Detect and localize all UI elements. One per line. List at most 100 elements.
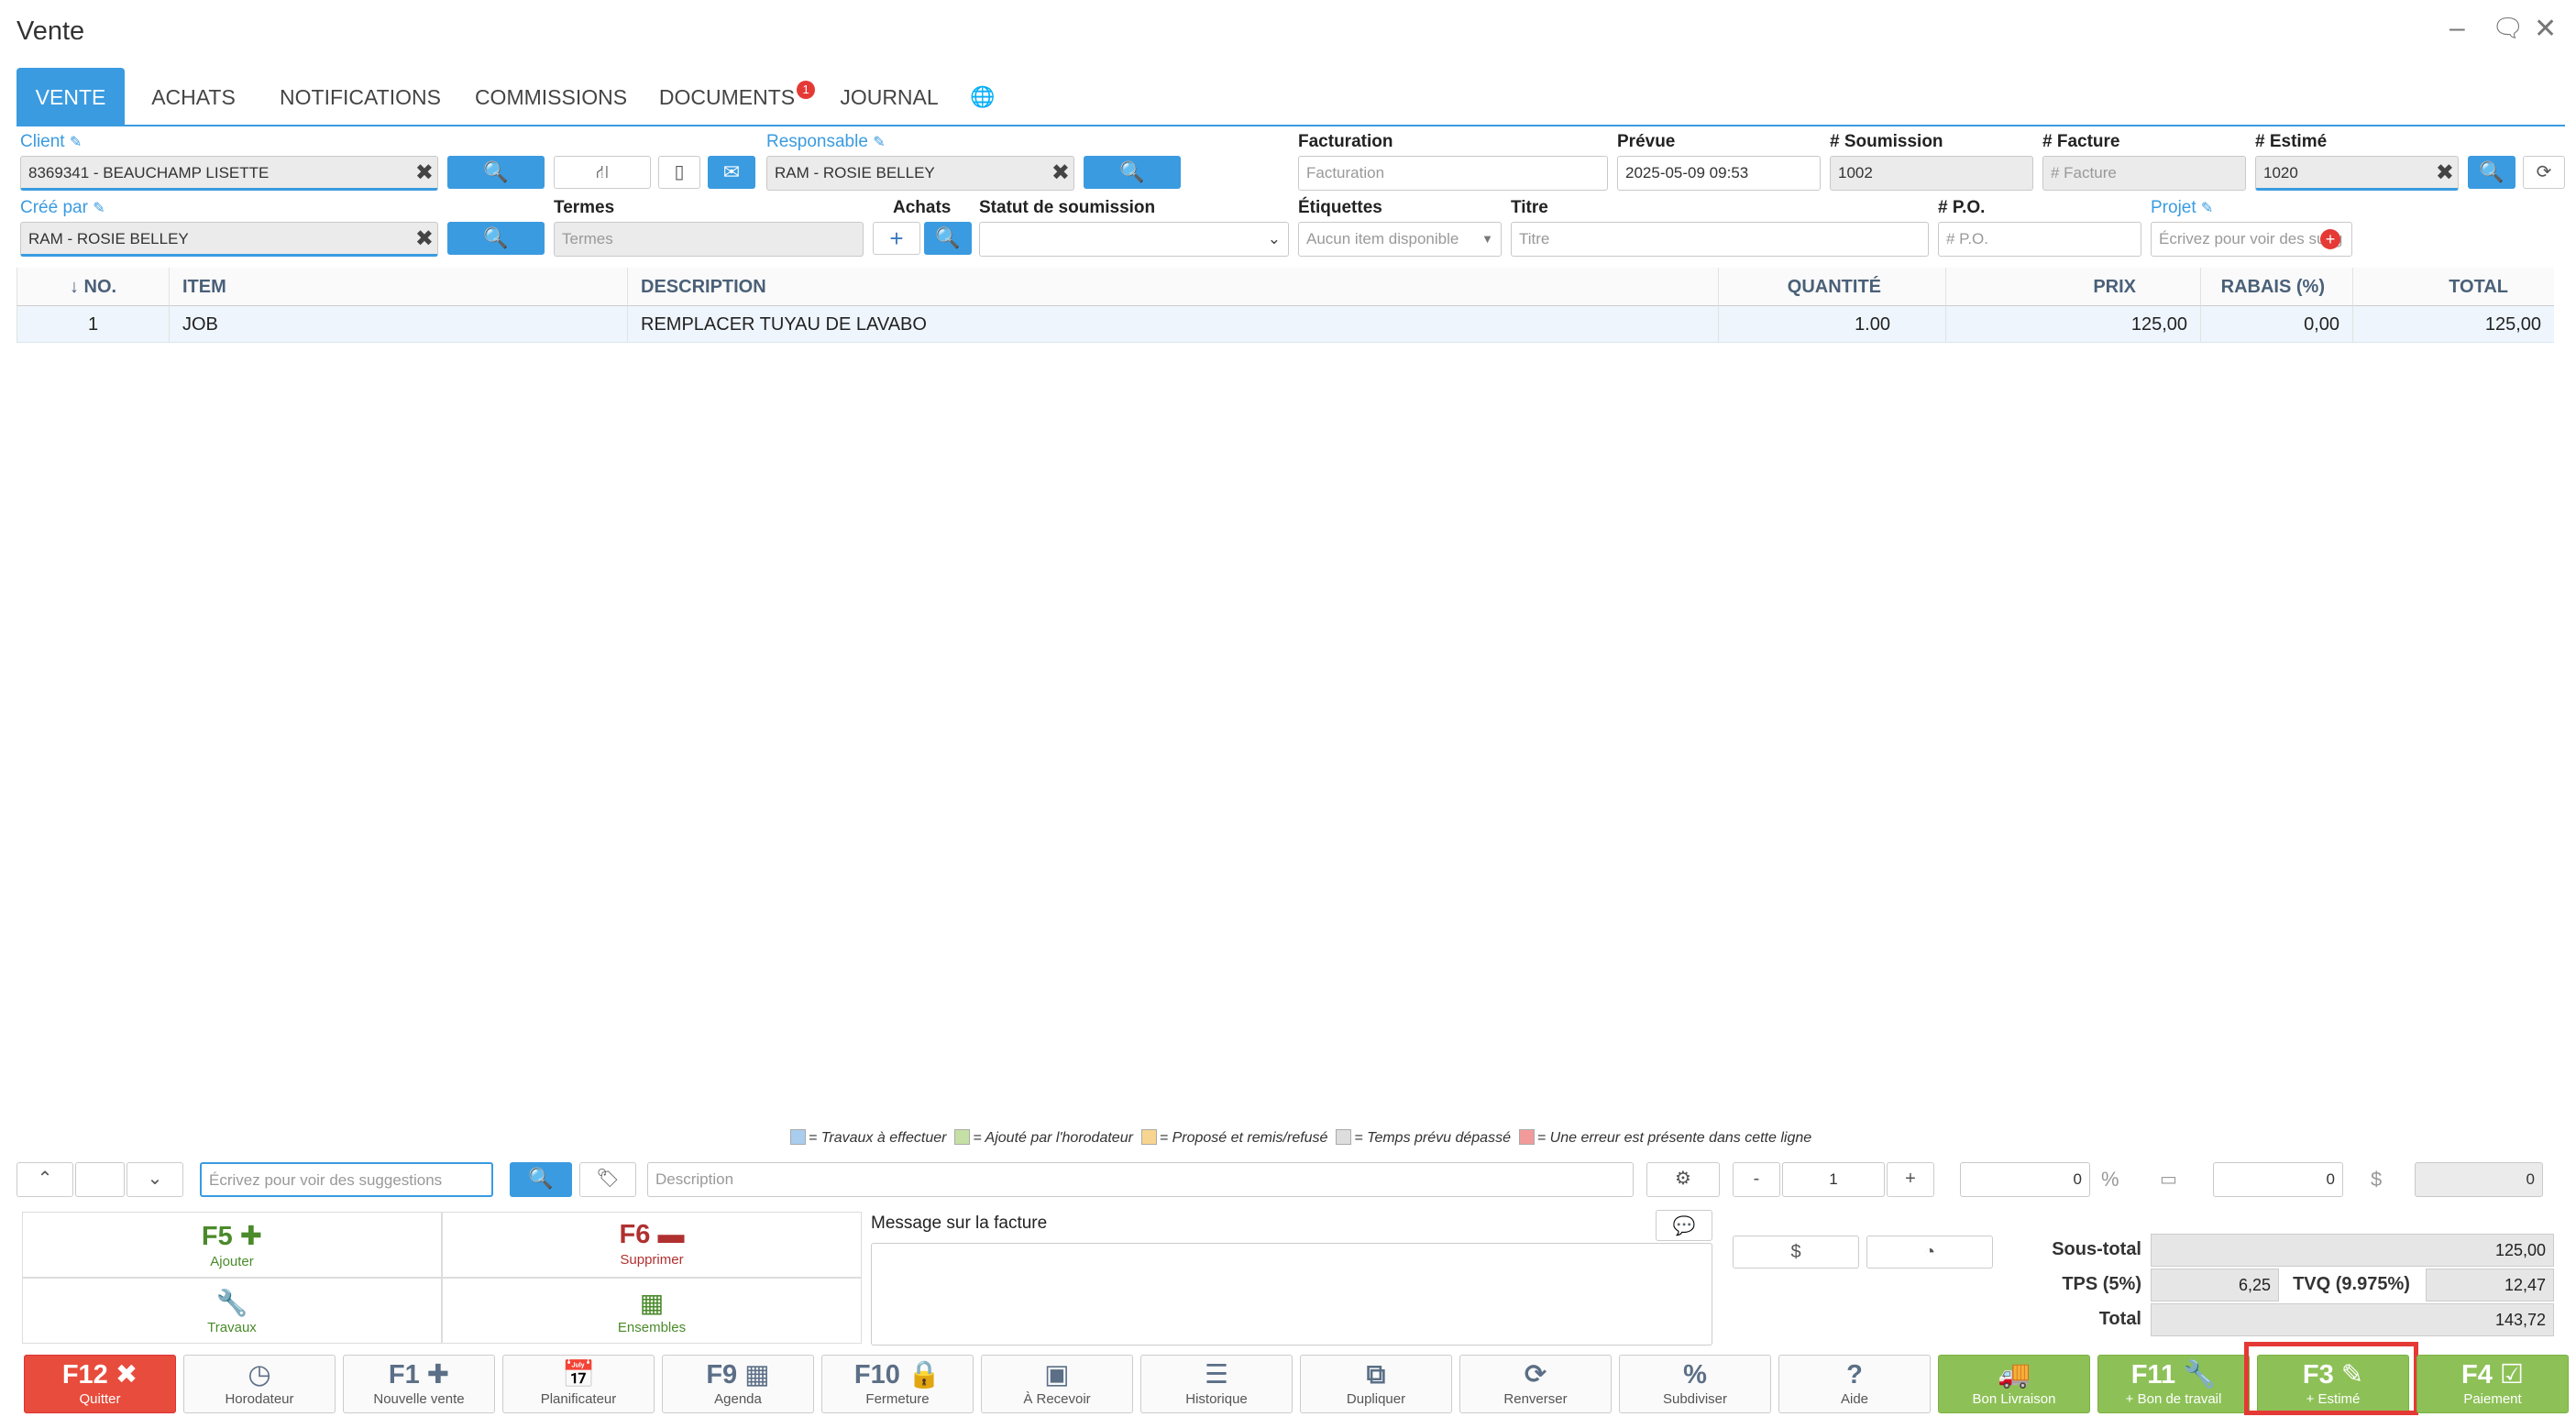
add-achat-button[interactable]: +	[873, 222, 920, 255]
close-icon[interactable]: ✕	[2534, 13, 2557, 45]
fermeture-button[interactable]: F10 🔒 Fermeture	[821, 1355, 974, 1413]
statut-label: Statut de soumission	[979, 198, 1156, 217]
tab-journal[interactable]: JOURNAL	[834, 68, 944, 126]
cell-description[interactable]: REMPLACER TUYAU DE LAVABO	[627, 306, 1718, 343]
col-quantite[interactable]: QUANTITÉ	[1718, 268, 1945, 306]
ensembles-button[interactable]: ▦ Ensembles	[442, 1278, 862, 1344]
client-search-button[interactable]: 🔍	[447, 156, 545, 189]
col-prix[interactable]: PRIX	[1945, 268, 2200, 306]
clear-icon[interactable]: ✖	[1051, 160, 1070, 186]
col-total[interactable]: TOTAL	[2352, 268, 2554, 306]
email-button[interactable]: ✉	[708, 156, 755, 189]
refresh-button[interactable]: ⟳	[2523, 156, 2565, 189]
aide-button[interactable]: ? Aide	[1778, 1355, 1931, 1413]
col-no[interactable]: ↓ NO.	[17, 268, 169, 306]
achats-search-button[interactable]: 🔍	[924, 222, 972, 255]
estime-field[interactable]: 1020 ✖	[2255, 156, 2459, 191]
tab-documents[interactable]: DOCUMENTS 1	[645, 68, 829, 126]
plus-icon: ✚	[239, 1222, 263, 1251]
dupliquer-button[interactable]: ⧉ Dupliquer	[1300, 1355, 1452, 1413]
projet-input[interactable]: Écrivez pour voir des sugg +	[2151, 222, 2352, 257]
tag-button[interactable]: 🏷	[579, 1162, 636, 1197]
travaux-label: Travaux	[207, 1320, 257, 1335]
travaux-button[interactable]: 🔧 Travaux	[22, 1278, 442, 1344]
facturation-label: Facturation	[1298, 132, 1393, 151]
road-button[interactable]: ⛙	[554, 156, 651, 189]
minimize-icon[interactable]: –	[2449, 13, 2465, 44]
paiement-button[interactable]: F4 ☑ Paiement	[2416, 1355, 2569, 1413]
tab-achats[interactable]: ACHATS	[134, 68, 253, 126]
money-icon: ▣	[1044, 1360, 1070, 1390]
comment-button[interactable]: 💬	[1656, 1210, 1712, 1241]
historique-button[interactable]: ☰ Historique	[1140, 1355, 1293, 1413]
col-description[interactable]: DESCRIPTION	[627, 268, 1718, 306]
delete-button[interactable]: F6 ▬ Supprimer	[442, 1212, 862, 1278]
description-input[interactable]: Description	[647, 1162, 1634, 1197]
price-input[interactable]: 0	[2213, 1162, 2343, 1197]
cell-rabais[interactable]: 0,00	[2200, 306, 2352, 343]
add-project-icon[interactable]: +	[2320, 229, 2340, 249]
tab-commissions[interactable]: COMMISSIONS	[464, 68, 638, 126]
qty-minus-button[interactable]: -	[1733, 1162, 1780, 1197]
cell-total[interactable]: 125,00	[2352, 306, 2554, 343]
chat-icon[interactable]: 🗨	[2492, 13, 2525, 43]
discount-input[interactable]: 0	[1960, 1162, 2090, 1197]
cree-par-label[interactable]: Créé par ✎	[20, 198, 105, 218]
facturation-input[interactable]: Facturation	[1298, 156, 1608, 191]
qty-plus-button[interactable]: +	[1887, 1162, 1934, 1197]
responsable-search-button[interactable]: 🔍	[1084, 156, 1181, 189]
clear-icon[interactable]: ✖	[2436, 160, 2454, 186]
responsable-field[interactable]: RAM - ROSIE BELLEY ✖	[766, 156, 1074, 191]
new-sale-button[interactable]: F1 ✚ Nouvelle vente	[343, 1355, 495, 1413]
tab-notifications[interactable]: NOTIFICATIONS	[264, 68, 457, 126]
titre-input[interactable]: Titre	[1511, 222, 1929, 257]
subdiviser-button[interactable]: % Subdiviser	[1619, 1355, 1771, 1413]
clear-icon[interactable]: ✖	[415, 226, 434, 252]
message-textarea[interactable]	[871, 1243, 1712, 1346]
horodateur-button[interactable]: ◷ Horodateur	[183, 1355, 336, 1413]
col-rabais[interactable]: RABAIS (%)	[2200, 268, 2352, 306]
legend-item: = Temps prévu dépassé	[1336, 1129, 1511, 1146]
cree-par-search-button[interactable]: 🔍	[447, 222, 545, 255]
add-button[interactable]: F5 ✚ Ajouter	[22, 1212, 442, 1278]
col-item[interactable]: ITEM	[169, 268, 627, 306]
cell-prix[interactable]: 125,00	[1945, 306, 2200, 343]
bon-de-travail-button[interactable]: F11 🔧 + Bon de travail	[2097, 1355, 2250, 1413]
clear-icon[interactable]: ✖	[415, 160, 434, 186]
tab-vente[interactable]: VENTE	[17, 68, 125, 126]
cree-par-field[interactable]: RAM - ROSIE BELLEY ✖	[20, 222, 438, 257]
currency-button[interactable]: $	[1733, 1236, 1859, 1269]
item-search-button[interactable]: 🔍	[510, 1162, 572, 1197]
quit-button[interactable]: F12 ✖ Quitter	[24, 1355, 176, 1413]
tab-label: NOTIFICATIONS	[280, 85, 441, 109]
etiquettes-select[interactable]: Aucun item disponible ▼	[1298, 222, 1502, 257]
responsable-label[interactable]: Responsable ✎	[766, 132, 886, 152]
pie-chart-button[interactable]: ◔	[1866, 1236, 1993, 1269]
globe-icon[interactable]: 🌐	[964, 68, 1001, 126]
client-field[interactable]: 8369341 - BEAUCHAMP LISETTE ✖	[20, 156, 438, 191]
estime-search-button[interactable]: 🔍	[2468, 156, 2515, 189]
cell-no[interactable]: 1	[17, 306, 169, 343]
settings-button[interactable]: ⚙	[1646, 1162, 1720, 1197]
planificateur-button[interactable]: 📅 Planificateur	[502, 1355, 655, 1413]
gear-icon: ⚙	[1675, 1169, 1691, 1189]
cell-item[interactable]: JOB	[169, 306, 627, 343]
move-up-button[interactable]: ⌃	[17, 1162, 73, 1197]
line-number-input[interactable]	[75, 1162, 125, 1197]
mobile-button[interactable]: ▯	[658, 156, 700, 189]
projet-label[interactable]: Projet ✎	[2151, 198, 2213, 218]
client-label[interactable]: Client ✎	[20, 132, 82, 152]
agenda-button[interactable]: F9 ▦ Agenda	[662, 1355, 814, 1413]
item-search-input[interactable]: Écrivez pour voir des suggestions	[200, 1162, 493, 1197]
message-label: Message sur la facture	[871, 1214, 1048, 1233]
bon-livraison-button[interactable]: 🚚 Bon Livraison	[1938, 1355, 2090, 1413]
renverser-button[interactable]: ⟳ Renverser	[1459, 1355, 1612, 1413]
termes-input[interactable]: Termes	[554, 222, 864, 257]
a-recevoir-button[interactable]: ▣ À Recevoir	[981, 1355, 1133, 1413]
statut-select[interactable]: ⌄	[979, 222, 1289, 257]
move-down-button[interactable]: ⌄	[127, 1162, 183, 1197]
prevue-input[interactable]: 2025-05-09 09:53	[1617, 156, 1821, 191]
po-input[interactable]: # P.O.	[1938, 222, 2141, 257]
qty-input[interactable]: 1	[1782, 1162, 1885, 1197]
cell-quantite[interactable]: 1.00	[1718, 306, 1945, 343]
